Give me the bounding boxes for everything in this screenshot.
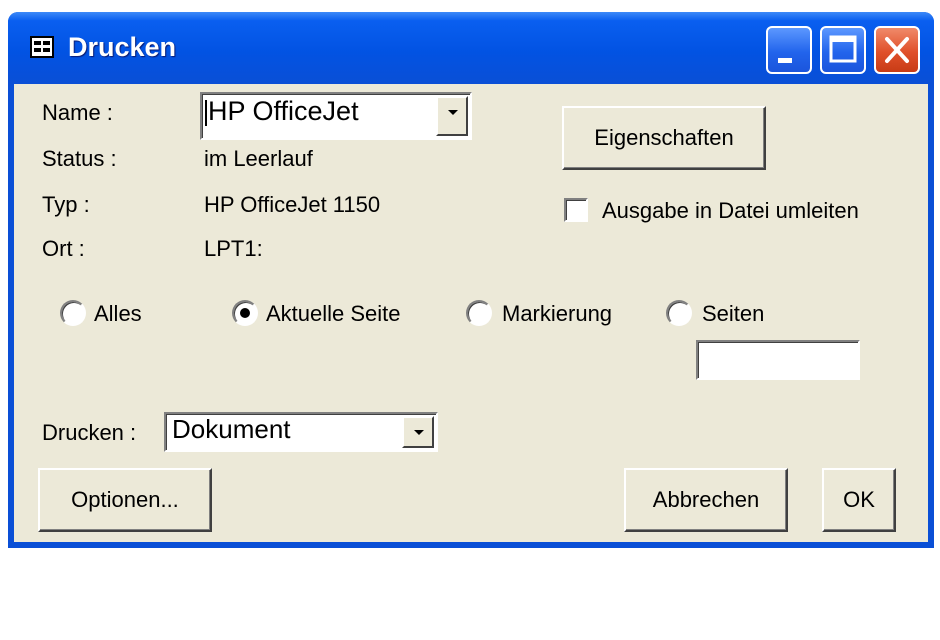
print-what-value: Dokument: [172, 414, 291, 444]
radio-all-label[interactable]: Alles: [94, 301, 142, 327]
type-label: Typ :: [42, 192, 90, 217]
radio-selection-label[interactable]: Markierung: [502, 301, 612, 327]
print-dialog: Drucken Name : HP OfficeJet Status : im …: [8, 12, 934, 548]
dialog-body: Name : HP OfficeJet Status : im Leerlauf…: [14, 84, 928, 542]
close-icon: [885, 37, 909, 63]
chevron-down-icon[interactable]: [402, 416, 434, 448]
radio-pages-label[interactable]: Seiten: [702, 301, 764, 327]
title-bar[interactable]: Drucken: [8, 12, 934, 84]
type-value: HP OfficeJet 1150: [204, 192, 381, 217]
minimize-icon: [778, 58, 792, 63]
location-label: Ort :: [42, 236, 85, 261]
maximize-button[interactable]: [820, 26, 866, 74]
print-to-file-label[interactable]: Ausgabe in Datei umleiten: [602, 198, 859, 224]
radio-selection[interactable]: [466, 300, 492, 326]
printer-name-value: HP OfficeJet: [208, 96, 359, 126]
maximize-icon: [829, 35, 857, 63]
options-button[interactable]: Optionen...: [38, 468, 212, 532]
printer-name-select[interactable]: HP OfficeJet: [200, 92, 472, 140]
status-value: im Leerlauf: [204, 146, 313, 171]
radio-current-page-label[interactable]: Aktuelle Seite: [266, 301, 401, 327]
text-caret: [205, 100, 207, 126]
window-title: Drucken: [68, 32, 177, 62]
print-to-file-checkbox[interactable]: [564, 198, 588, 222]
chevron-down-icon[interactable]: [436, 96, 468, 136]
status-label: Status :: [42, 146, 117, 171]
print-what-select[interactable]: Dokument: [164, 412, 438, 452]
pages-input[interactable]: [696, 340, 860, 380]
close-button[interactable]: [874, 26, 920, 74]
properties-button[interactable]: Eigenschaften: [562, 106, 766, 170]
radio-all[interactable]: [60, 300, 86, 326]
printer-name-label: Name :: [42, 100, 113, 125]
print-what-label: Drucken :: [42, 420, 137, 445]
minimize-button[interactable]: [766, 26, 812, 74]
location-value: LPT1:: [204, 236, 263, 261]
radio-current-page[interactable]: [232, 300, 258, 326]
cancel-button[interactable]: Abbrechen: [624, 468, 788, 532]
radio-pages[interactable]: [666, 300, 692, 326]
form-icon: [30, 36, 54, 58]
ok-button[interactable]: OK: [822, 468, 896, 532]
